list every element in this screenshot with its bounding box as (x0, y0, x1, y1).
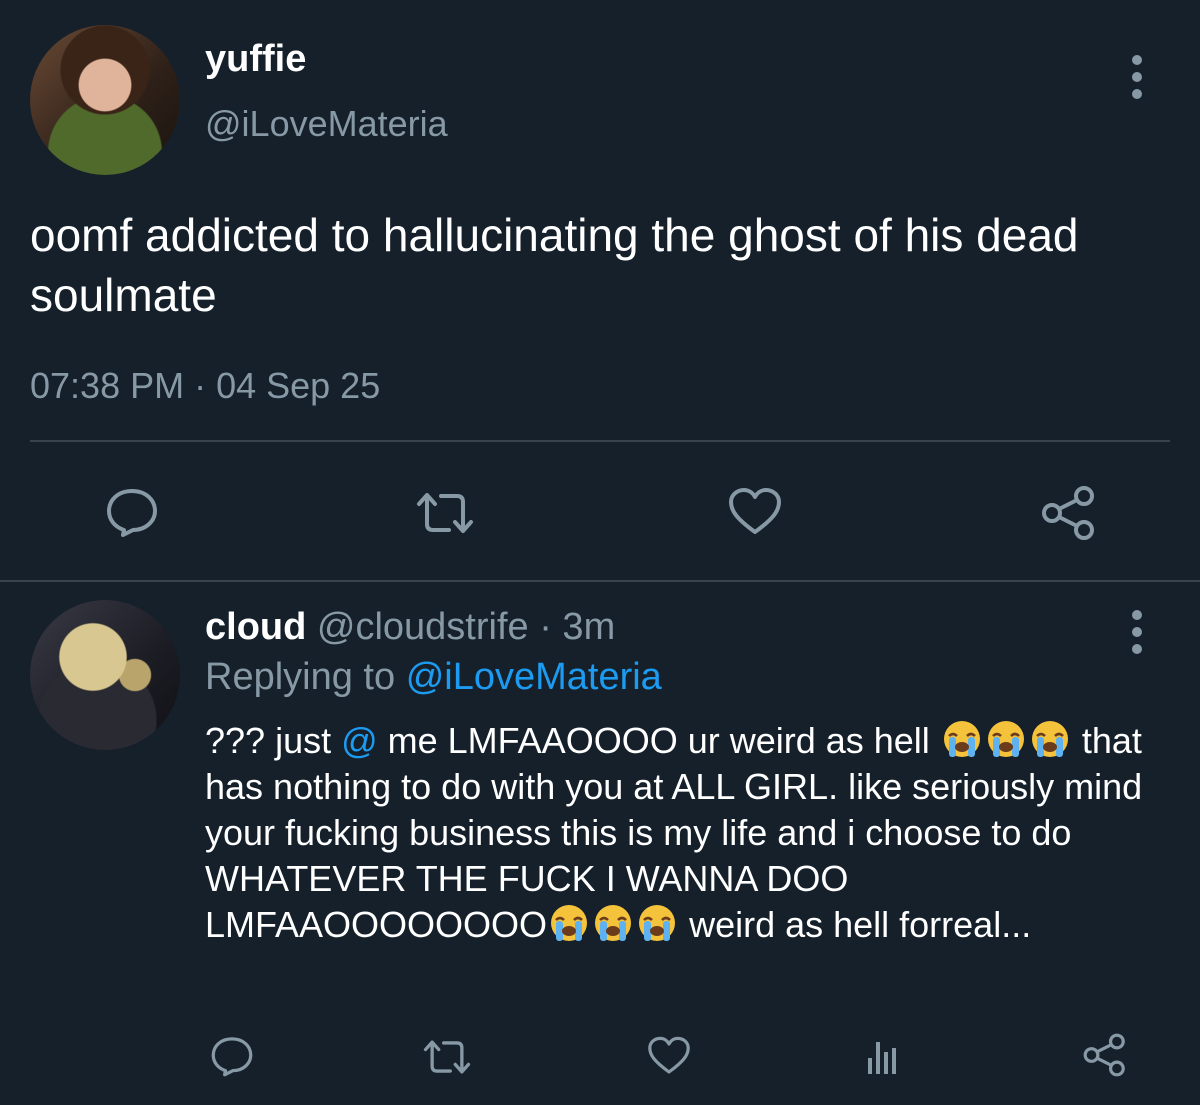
like-icon[interactable] (646, 1036, 692, 1076)
reply-text-segment: ??? just (205, 720, 342, 761)
replying-to-label: Replying to (205, 656, 396, 698)
loudly-crying-face-icon (591, 903, 635, 943)
comment-icon[interactable] (105, 487, 159, 537)
loudly-crying-face-icon (940, 719, 984, 759)
replying-to-handle[interactable]: @iLoveMateria (406, 656, 662, 698)
reply-text: ??? just @ me LMFAAOOOO ur weird as hell… (205, 718, 1165, 948)
reply-display-name[interactable]: cloud (205, 606, 306, 648)
author-handle[interactable]: @iLoveMateria (205, 103, 448, 145)
divider (0, 580, 1200, 582)
share-icon[interactable] (1082, 1032, 1128, 1078)
divider (30, 440, 1170, 442)
author-display-name[interactable]: yuffie (205, 38, 306, 81)
reply-text-segment: weird as hell forreal... (679, 904, 1032, 945)
tweet-text: oomf addicted to hallucinating the ghost… (30, 209, 1079, 321)
like-icon[interactable] (727, 487, 783, 537)
share-icon[interactable] (1040, 485, 1098, 541)
tweet-timestamp: 07:38 PM · 04 Sep 25 (30, 365, 381, 406)
retweet-icon[interactable] (415, 490, 475, 536)
loudly-crying-face-icon (635, 903, 679, 943)
avatar[interactable] (30, 25, 180, 175)
reply-time: · 3m (539, 606, 616, 648)
replying-to: Replying to @iLoveMateria (205, 656, 662, 699)
avatar[interactable] (30, 600, 180, 750)
retweet-icon[interactable] (422, 1038, 472, 1076)
mention-link[interactable]: @ (341, 720, 378, 761)
reply-text-segment: me LMFAAOOOO ur weird as hell (377, 720, 940, 761)
more-options-icon[interactable] (1131, 610, 1143, 654)
more-options-icon[interactable] (1131, 55, 1143, 99)
reply-header: cloud @cloudstrife · 3m (205, 606, 615, 649)
loudly-crying-face-icon (984, 719, 1028, 759)
comment-icon[interactable] (210, 1035, 254, 1077)
analytics-icon[interactable] (862, 1034, 904, 1076)
loudly-crying-face-icon (547, 903, 591, 943)
reply-handle[interactable]: @cloudstrife (317, 606, 529, 648)
loudly-crying-face-icon (1028, 719, 1072, 759)
